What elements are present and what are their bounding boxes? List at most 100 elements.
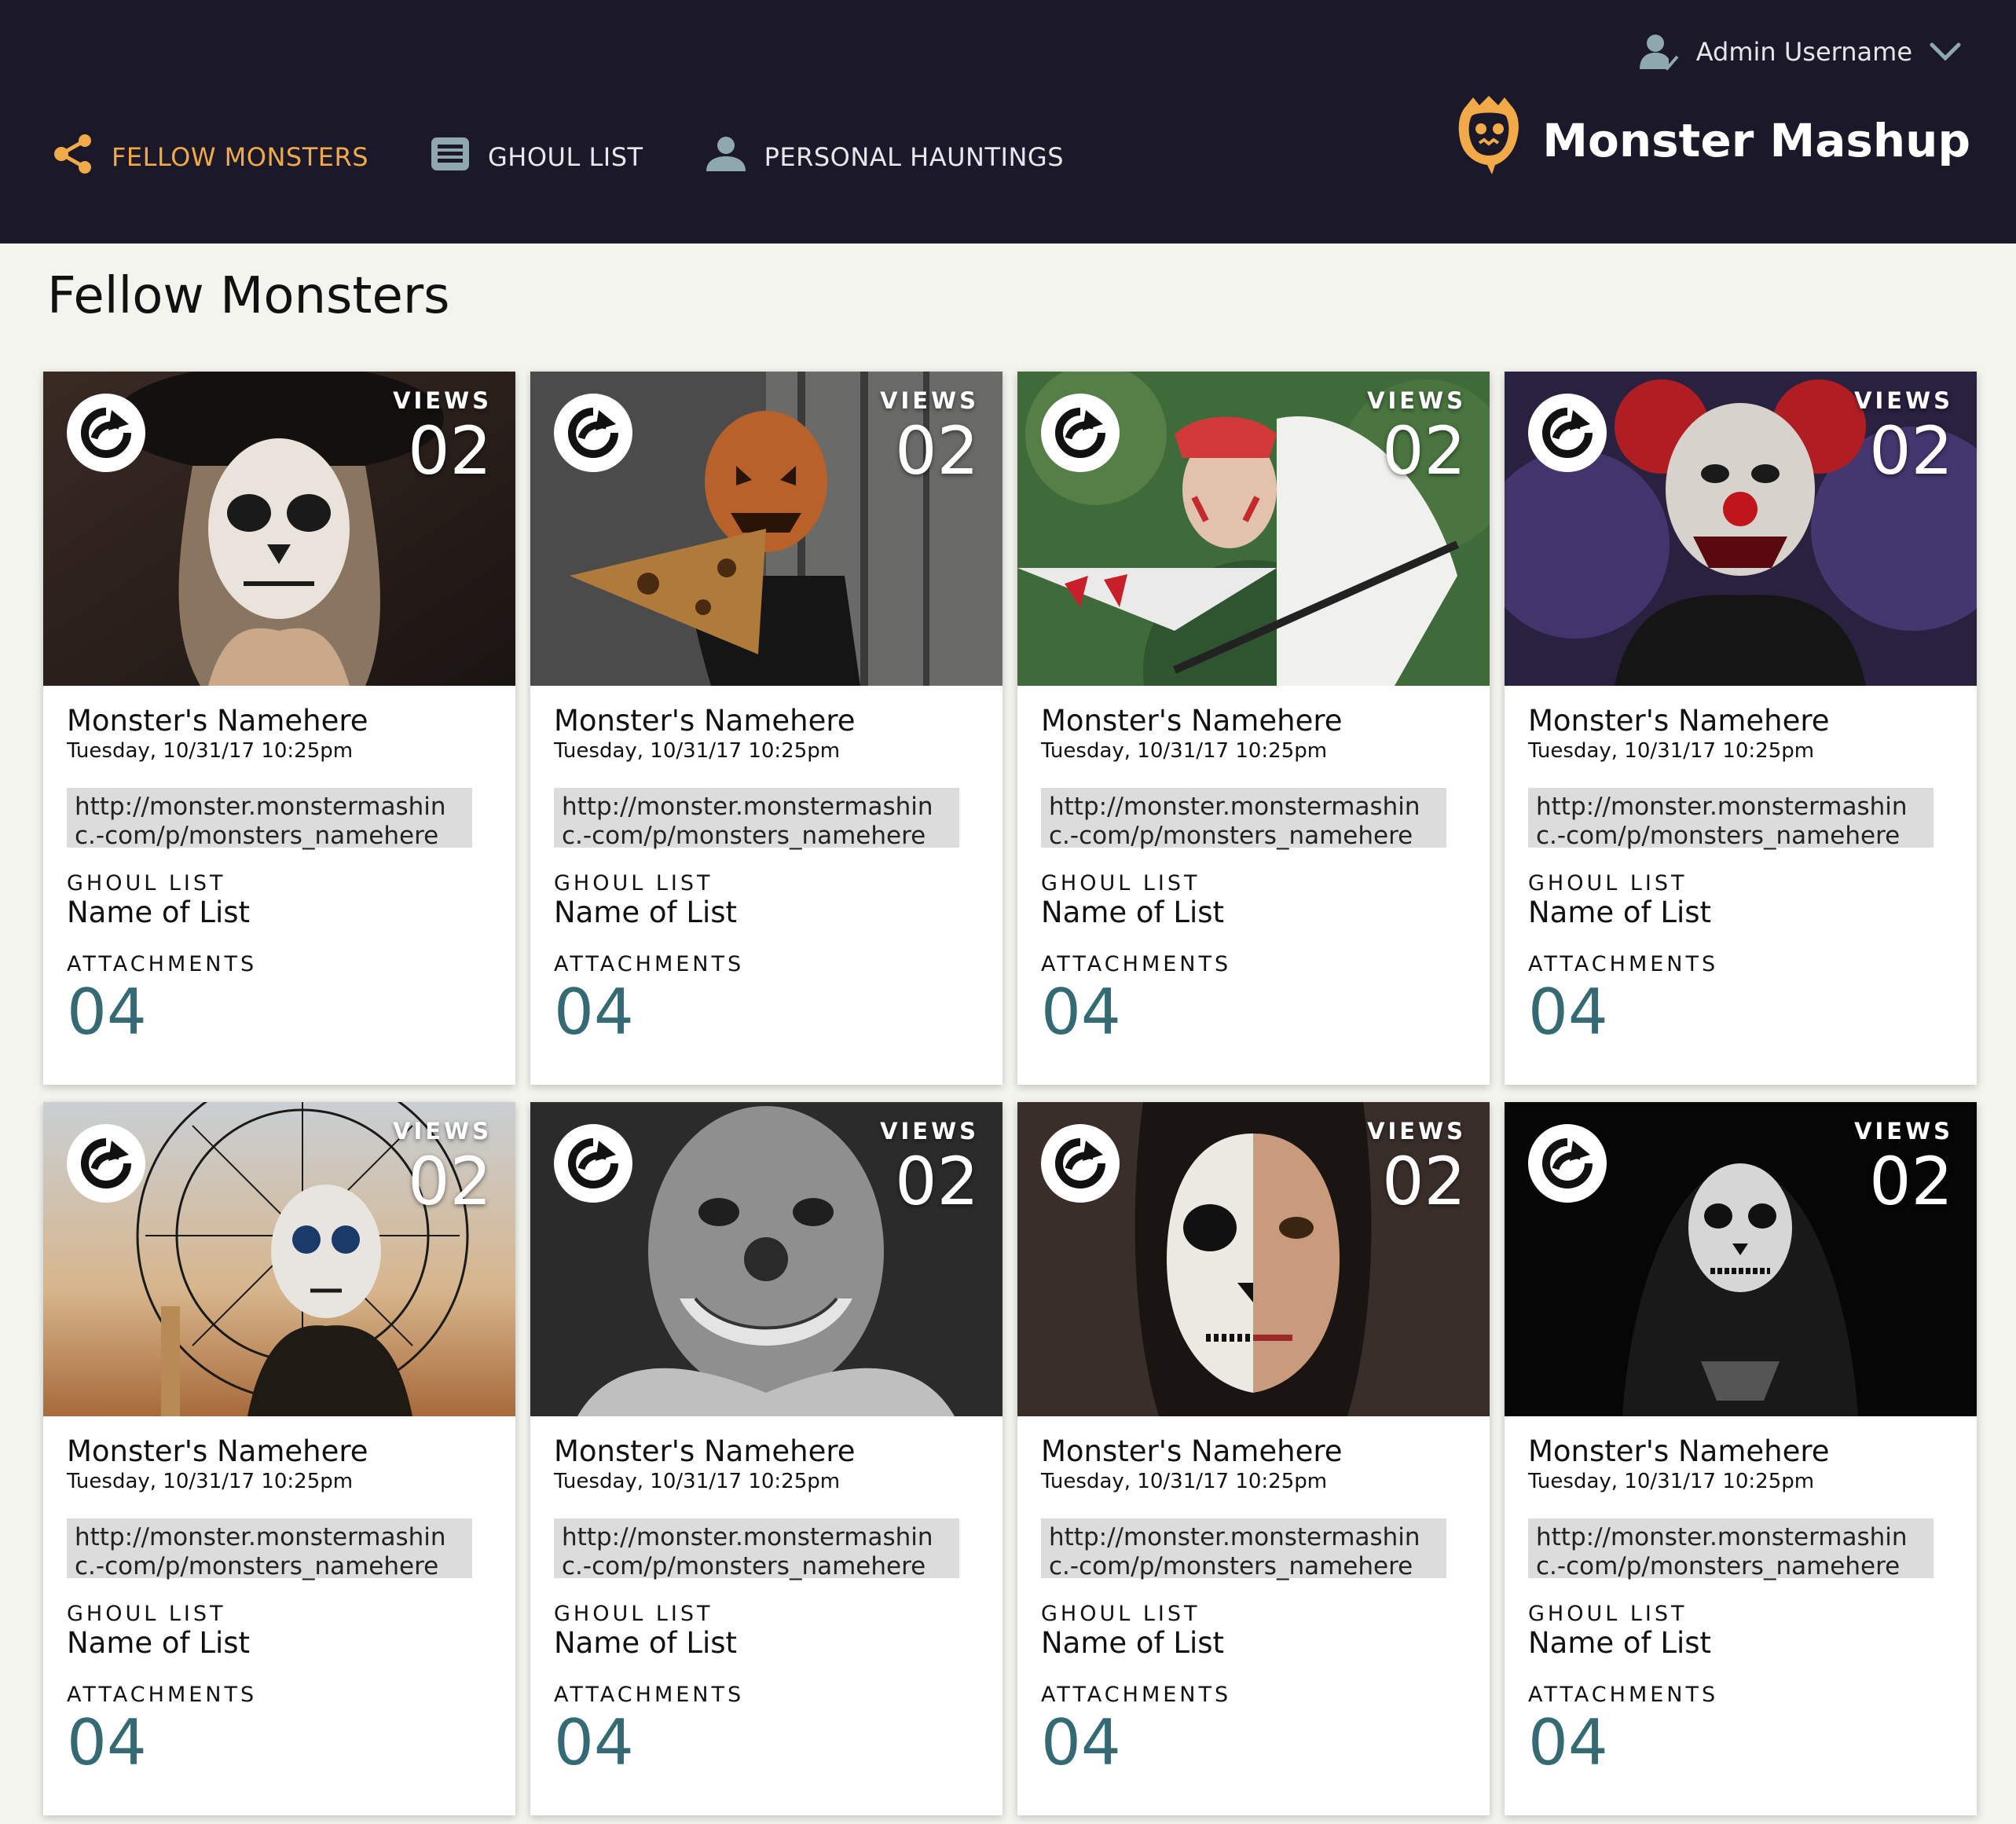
profile-url[interactable]: http://monster.monstermashinc.-com/p/mon…: [1041, 788, 1446, 850]
monster-card-2[interactable]: VIEWS 02 Monster's Namehere Tuesday, 10/…: [530, 372, 1003, 1085]
monster-name[interactable]: Monster's Namehere: [554, 1435, 979, 1468]
photo-shape-4: [1183, 1204, 1237, 1251]
monster-face-logo-icon: [1456, 94, 1522, 187]
monster-name[interactable]: Monster's Namehere: [1528, 705, 1953, 738]
share-button[interactable]: [1041, 1124, 1120, 1203]
views-counter: VIEWS 02: [393, 387, 492, 485]
views-count: 02: [408, 1143, 492, 1220]
monster-date: Tuesday, 10/31/17 10:25pm: [554, 739, 841, 763]
share-button[interactable]: [1528, 394, 1607, 472]
card-body: Monster's Namehere Tuesday, 10/31/17 10:…: [1017, 1416, 1490, 1778]
ghoul-list-name[interactable]: Name of List: [67, 896, 492, 930]
attachments-count: 04: [1528, 976, 1608, 1049]
user-menu[interactable]: Admin Username: [1638, 28, 1961, 75]
monster-card-1[interactable]: VIEWS 02 Monster's Namehere Tuesday, 10/…: [43, 372, 515, 1085]
nav-item-fellow-monsters[interactable]: FELLOW MONSTERS: [52, 133, 368, 181]
ghoul-list-label: GHOUL LIST: [1528, 1602, 1688, 1626]
share-button[interactable]: [67, 394, 145, 472]
photo-shape-4: [1748, 1203, 1776, 1229]
ghoul-list-name[interactable]: Name of List: [1041, 896, 1466, 930]
attachments-count: 04: [1528, 1706, 1608, 1779]
monster-card-6[interactable]: VIEWS 02 Monster's Namehere Tuesday, 10/…: [530, 1102, 1003, 1815]
monster-photo[interactable]: VIEWS 02: [43, 1102, 515, 1416]
monster-card-8[interactable]: VIEWS 02 Monster's Namehere Tuesday, 10/…: [1505, 1102, 1977, 1815]
ghoul-list-name[interactable]: Name of List: [554, 896, 979, 930]
monster-photo[interactable]: VIEWS 02: [1017, 372, 1490, 686]
photo-shape-3: [860, 372, 868, 686]
monster-photo[interactable]: VIEWS 02: [530, 1102, 1003, 1416]
share-button[interactable]: [554, 1124, 632, 1203]
monster-photo[interactable]: VIEWS 02: [1505, 1102, 1977, 1416]
views-count: 02: [1382, 412, 1466, 489]
views-count: 02: [1382, 1143, 1466, 1220]
monster-name[interactable]: Monster's Namehere: [67, 1435, 492, 1468]
ghoul-list-label: GHOUL LIST: [67, 1602, 226, 1626]
views-counter: VIEWS 02: [1367, 387, 1466, 485]
photo-shape-5: [1279, 1217, 1314, 1239]
ghoul-list-name[interactable]: Name of List: [1528, 1626, 1953, 1661]
monster-card-grid: VIEWS 02 Monster's Namehere Tuesday, 10/…: [43, 372, 1977, 1815]
ghoul-list-name[interactable]: Name of List: [554, 1626, 979, 1661]
monster-date: Tuesday, 10/31/17 10:25pm: [1528, 739, 1815, 763]
monster-photo[interactable]: VIEWS 02: [1505, 372, 1977, 686]
photo-shape-11: [292, 1225, 321, 1254]
attachments-label: ATTACHMENTS: [554, 1683, 745, 1707]
profile-url[interactable]: http://monster.monstermashinc.-com/p/mon…: [554, 1518, 959, 1580]
brand[interactable]: Monster Mashup: [1456, 94, 1970, 187]
photo-shape-9: [287, 494, 331, 532]
monster-name[interactable]: Monster's Namehere: [1041, 1435, 1466, 1468]
chevron-down-icon[interactable]: [1930, 42, 1961, 62]
user-name: Admin Username: [1695, 37, 1912, 67]
monster-date: Tuesday, 10/31/17 10:25pm: [1528, 1470, 1815, 1493]
attachments-count: 04: [67, 976, 147, 1049]
views-counter: VIEWS 02: [1367, 1118, 1466, 1215]
photo-shape-3: [793, 1198, 834, 1226]
share-button[interactable]: [67, 1124, 145, 1203]
views-counter: VIEWS 02: [1854, 1118, 1953, 1215]
photo-shape-11: [695, 599, 711, 615]
profile-url[interactable]: http://monster.monstermashinc.-com/p/mon…: [1528, 1518, 1934, 1580]
attachments-count: 04: [1041, 1706, 1121, 1779]
monster-name[interactable]: Monster's Namehere: [1041, 705, 1466, 738]
ghoul-list-name[interactable]: Name of List: [1528, 896, 1953, 930]
nav-item-personal-hauntings[interactable]: PERSONAL HAUNTINGS: [705, 135, 1064, 179]
photo-shape-6: [1701, 464, 1729, 483]
share-button[interactable]: [554, 394, 632, 472]
card-body: Monster's Namehere Tuesday, 10/31/17 10:…: [43, 686, 515, 1047]
monster-name[interactable]: Monster's Namehere: [1528, 1435, 1953, 1468]
ghoul-list-label: GHOUL LIST: [1528, 871, 1688, 896]
profile-url[interactable]: http://monster.monstermashinc.-com/p/mon…: [1041, 1518, 1446, 1580]
monster-card-4[interactable]: VIEWS 02 Monster's Namehere Tuesday, 10/…: [1505, 372, 1977, 1085]
photo-shape-7: [1751, 464, 1780, 483]
share-button[interactable]: [1041, 394, 1120, 472]
views-label: VIEWS: [393, 387, 492, 414]
profile-url[interactable]: http://monster.monstermashinc.-com/p/mon…: [1528, 788, 1934, 850]
ghoul-list-label: GHOUL LIST: [554, 871, 713, 896]
share-button[interactable]: [1528, 1124, 1607, 1203]
views-label: VIEWS: [1367, 387, 1466, 414]
views-label: VIEWS: [1854, 1118, 1953, 1145]
attachments-count: 04: [554, 1706, 634, 1779]
monster-card-7[interactable]: VIEWS 02 Monster's Namehere Tuesday, 10/…: [1017, 1102, 1490, 1815]
monster-name[interactable]: Monster's Namehere: [554, 705, 979, 738]
monster-photo[interactable]: VIEWS 02: [43, 372, 515, 686]
monster-card-5[interactable]: VIEWS 02 Monster's Namehere Tuesday, 10/…: [43, 1102, 515, 1815]
profile-url[interactable]: http://monster.monstermashinc.-com/p/mon…: [67, 788, 472, 850]
ghoul-list-name[interactable]: Name of List: [1041, 1626, 1466, 1661]
monster-card-3[interactable]: VIEWS 02 Monster's Namehere Tuesday, 10/…: [1017, 372, 1490, 1085]
photo-shape-12: [717, 559, 736, 577]
monster-name[interactable]: Monster's Namehere: [67, 705, 492, 738]
profile-url[interactable]: http://monster.monstermashinc.-com/p/mon…: [67, 1518, 472, 1580]
monster-photo[interactable]: VIEWS 02: [530, 372, 1003, 686]
card-body: Monster's Namehere Tuesday, 10/31/17 10:…: [43, 1416, 515, 1778]
views-counter: VIEWS 02: [393, 1118, 492, 1215]
nav-label: FELLOW MONSTERS: [112, 142, 368, 172]
nav-item-ghoul-list[interactable]: GHOUL LIST: [430, 136, 643, 178]
photo-shape-4: [744, 1237, 788, 1281]
profile-url[interactable]: http://monster.monstermashinc.-com/p/mon…: [554, 788, 959, 850]
attachments-label: ATTACHMENTS: [1041, 952, 1232, 976]
monster-photo[interactable]: VIEWS 02: [1017, 1102, 1490, 1416]
photo-shape-9: [1693, 537, 1787, 568]
ghoul-list-name[interactable]: Name of List: [67, 1626, 492, 1661]
reshare-arrow-icon: [1542, 408, 1593, 458]
